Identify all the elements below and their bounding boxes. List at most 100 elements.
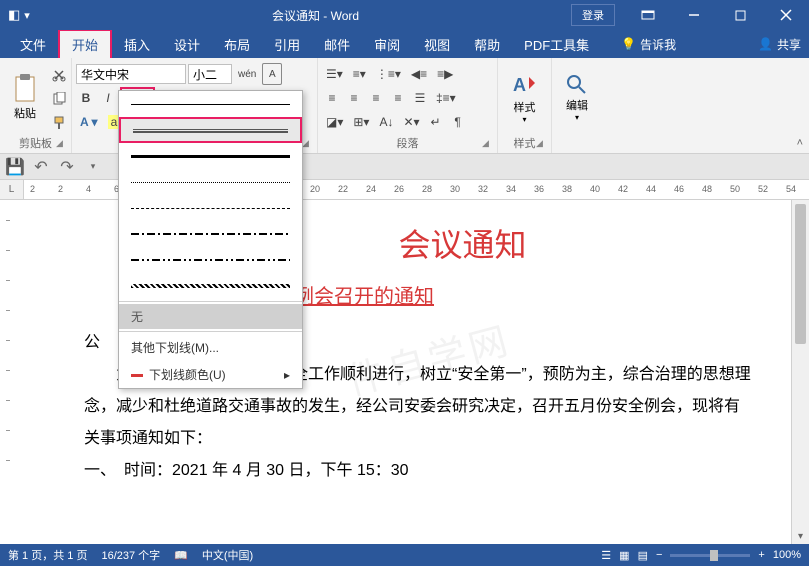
- tab-file[interactable]: 文件: [8, 31, 58, 58]
- styles-icon: A: [511, 71, 539, 99]
- enclose-char-button[interactable]: A: [262, 63, 282, 85]
- read-mode-button[interactable]: ☰: [601, 549, 611, 562]
- paste-button[interactable]: 粘贴: [4, 60, 46, 134]
- quicksave-icon[interactable]: ▾: [24, 9, 30, 22]
- tab-design[interactable]: 设计: [162, 31, 212, 58]
- page-indicator[interactable]: 第 1 页，共 1 页: [8, 547, 87, 563]
- underline-more[interactable]: 其他下划线(M)...: [119, 334, 302, 361]
- chevron-right-icon: ▸: [284, 368, 290, 382]
- tab-selector[interactable]: L: [0, 180, 24, 199]
- minimize-button[interactable]: [671, 0, 717, 30]
- bold-button[interactable]: B: [76, 87, 96, 109]
- word-count[interactable]: 16/237 个字: [101, 547, 160, 563]
- shading-button[interactable]: ◪▾: [322, 111, 347, 133]
- underline-dotted[interactable]: [119, 169, 302, 195]
- vertical-ruler[interactable]: [0, 200, 24, 544]
- paragraph-group-label: 段落: [318, 135, 497, 151]
- format-painter-button[interactable]: [48, 112, 70, 134]
- tab-references[interactable]: 引用: [262, 31, 312, 58]
- scissors-icon: [52, 68, 66, 82]
- tab-layout[interactable]: 布局: [212, 31, 262, 58]
- styles-dialog-launcher[interactable]: ◢: [536, 138, 548, 150]
- underline-color[interactable]: 下划线颜色(U)▸: [119, 361, 302, 388]
- tab-help[interactable]: 帮助: [462, 31, 512, 58]
- tab-insert[interactable]: 插入: [112, 31, 162, 58]
- align-right-button[interactable]: ≡: [366, 87, 386, 109]
- find-icon: [565, 73, 589, 97]
- align-center-button[interactable]: ≡: [344, 87, 364, 109]
- paragraph-dialog-launcher[interactable]: ◢: [482, 138, 494, 150]
- save-button[interactable]: 💾: [4, 156, 26, 178]
- font-size-select[interactable]: [188, 64, 232, 84]
- qat-customize-button[interactable]: ▾: [82, 156, 104, 178]
- cut-button[interactable]: [48, 64, 70, 86]
- tell-me[interactable]: 💡告诉我: [621, 36, 676, 53]
- zoom-slider[interactable]: [670, 554, 750, 557]
- copy-button[interactable]: [48, 88, 70, 110]
- distribute-button[interactable]: ☰: [410, 87, 430, 109]
- numbering-button[interactable]: ≡▾: [349, 63, 370, 85]
- lightbulb-icon: 💡: [621, 37, 636, 51]
- underline-thick[interactable]: [119, 143, 302, 169]
- underline-wave[interactable]: [119, 273, 302, 299]
- ribbon-options-button[interactable]: [625, 0, 671, 30]
- paragraph-sort-button[interactable]: ¶: [448, 111, 468, 133]
- show-marks-button[interactable]: ↵: [426, 111, 446, 133]
- tab-mailings[interactable]: 邮件: [312, 31, 362, 58]
- undo-button[interactable]: ↶: [30, 156, 52, 178]
- underline-dash-dot-dot[interactable]: [119, 247, 302, 273]
- font-family-select[interactable]: [76, 64, 186, 84]
- increase-indent-button[interactable]: ≡▶: [433, 63, 457, 85]
- text-effect-button[interactable]: A ▾: [76, 111, 102, 133]
- maximize-button[interactable]: [717, 0, 763, 30]
- tab-home[interactable]: 开始: [58, 29, 112, 60]
- redo-button[interactable]: ↷: [56, 156, 78, 178]
- brush-icon: [52, 116, 66, 130]
- zoom-level[interactable]: 100%: [773, 549, 801, 561]
- scroll-down-button[interactable]: ▾: [792, 528, 809, 544]
- editing-button[interactable]: 编辑 ▾: [556, 60, 598, 134]
- sort-button[interactable]: A↓: [375, 111, 397, 133]
- underline-dashed[interactable]: [119, 195, 302, 221]
- clipboard-icon: [12, 73, 38, 103]
- font-dialog-launcher[interactable]: ◢: [302, 138, 314, 150]
- tab-review[interactable]: 审阅: [362, 31, 412, 58]
- copy-icon: [52, 92, 66, 106]
- asian-layout-button[interactable]: ✕▾: [399, 111, 423, 133]
- titlebar: ◧ ▾ 会议通知 - Word 登录: [0, 0, 809, 30]
- underline-single[interactable]: [119, 91, 302, 117]
- italic-button[interactable]: I: [98, 87, 118, 109]
- styles-button[interactable]: A 样式 ▾: [502, 60, 547, 134]
- statusbar: 第 1 页，共 1 页 16/237 个字 📖 中文(中国) ☰ ▦ ▤ − +…: [0, 544, 809, 566]
- share-button[interactable]: 👤共享: [758, 36, 801, 53]
- share-icon: 👤: [758, 37, 773, 51]
- clipboard-dialog-launcher[interactable]: ◢: [56, 138, 68, 150]
- underline-dash-dot[interactable]: [119, 221, 302, 247]
- borders-button[interactable]: ⊞▾: [349, 111, 373, 133]
- vertical-scrollbar[interactable]: ▴ ▾: [791, 200, 809, 544]
- web-layout-button[interactable]: ▤: [638, 549, 648, 562]
- line-spacing-button[interactable]: ‡≡▾: [432, 87, 460, 109]
- collapse-ribbon-button[interactable]: ˄: [797, 137, 803, 149]
- tab-pdf[interactable]: PDF工具集: [512, 31, 601, 58]
- multilevel-button[interactable]: ⋮≡▾: [372, 63, 405, 85]
- align-left-button[interactable]: ≡: [322, 87, 342, 109]
- scroll-thumb[interactable]: [795, 204, 806, 344]
- decrease-indent-button[interactable]: ◀≡: [407, 63, 431, 85]
- print-layout-button[interactable]: ▦: [619, 549, 629, 562]
- tab-view[interactable]: 视图: [412, 31, 462, 58]
- close-button[interactable]: [763, 0, 809, 30]
- justify-button[interactable]: ≡: [388, 87, 408, 109]
- autosave-icon[interactable]: ◧: [8, 7, 20, 23]
- zoom-in-button[interactable]: +: [758, 549, 764, 561]
- login-button[interactable]: 登录: [571, 4, 615, 26]
- spell-check-icon[interactable]: 📖: [174, 549, 188, 562]
- zoom-out-button[interactable]: −: [656, 549, 662, 561]
- underline-none[interactable]: 无: [119, 304, 302, 329]
- window-title: 会议通知 - Word: [60, 7, 571, 24]
- svg-text:A: A: [513, 75, 526, 95]
- underline-double-thick[interactable]: [119, 117, 302, 143]
- language-indicator[interactable]: 中文(中国): [202, 547, 253, 563]
- phonetic-guide-button[interactable]: wén: [234, 63, 260, 85]
- bullets-button[interactable]: ☰▾: [322, 63, 347, 85]
